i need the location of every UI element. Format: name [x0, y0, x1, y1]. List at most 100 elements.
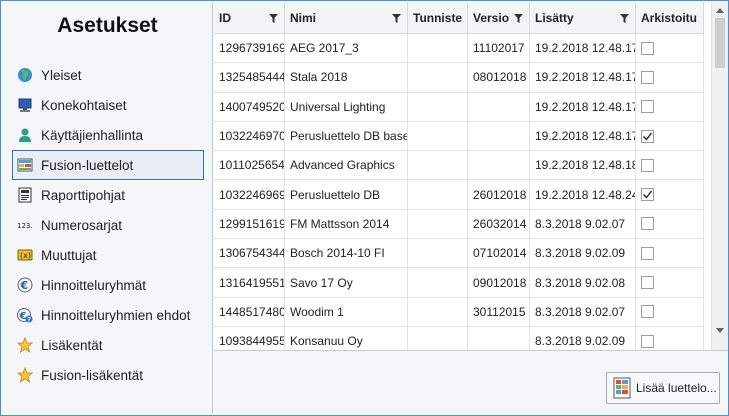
cell-tunniste	[408, 180, 468, 209]
cell-lisatty: 19.2.2018 12.48.17	[530, 121, 636, 151]
sidebar-item-lisäkentät[interactable]: Lisäkentät	[12, 330, 204, 360]
column-header-label: Tunniste	[413, 11, 463, 25]
svg-text:…: …	[28, 222, 33, 230]
cell-lisatty: 19.2.2018 12.48.24	[530, 180, 636, 209]
column-header-arkistoitu[interactable]: Arkistoitu	[636, 2, 704, 34]
sidebar-nav: Yleiset Konekohtaiset Käyttäjienhallinta Fu…	[12, 60, 204, 390]
archived-checkbox[interactable]	[641, 70, 654, 84]
sidebar-item-fusion-luettelot[interactable]: Fusion-luettelot	[12, 150, 204, 180]
cell-arkistoitu	[636, 63, 704, 92]
archived-checkbox[interactable]	[641, 188, 654, 202]
table-row[interactable]: 1400749520 Universal Lighting 19.2.2018 12…	[214, 92, 704, 122]
sidebar-item-numerosarjat[interactable]: 123… Numerosarjat	[12, 210, 204, 240]
column-header-id[interactable]: ID	[214, 2, 285, 34]
column-header-label: Versio	[473, 11, 510, 25]
cell-versio: 26012018	[468, 180, 530, 209]
cell-tunniste	[408, 326, 468, 350]
column-header-nimi[interactable]: Nimi	[285, 2, 408, 34]
filter-icon[interactable]	[269, 14, 278, 23]
cell-versio	[468, 326, 530, 350]
archived-checkbox[interactable]	[641, 129, 654, 143]
grid-body: 1296739169 AEG 2017_3 11102017 19.2.2018 12…	[214, 34, 704, 350]
archived-checkbox[interactable]	[641, 158, 654, 172]
cell-tunniste	[408, 239, 468, 268]
archived-checkbox[interactable]	[641, 305, 654, 319]
cell-tunniste	[408, 92, 468, 121]
cell-id: 1325485444	[214, 63, 285, 92]
sidebar-item-konekohtaiset[interactable]: Konekohtaiset	[12, 90, 204, 120]
computer-icon	[17, 97, 33, 113]
cell-versio: 11102017	[468, 34, 530, 63]
filter-icon[interactable]	[514, 14, 523, 23]
star-icon	[17, 367, 33, 383]
column-header-versio[interactable]: Versio	[468, 2, 530, 34]
cell-lisatty: 8.3.2018 9.02.09	[530, 326, 636, 350]
sidebar: Asetukset Yleiset Konekohtaiset Käyttäjien…	[2, 2, 213, 414]
archived-checkbox[interactable]	[641, 276, 654, 290]
table-row[interactable]: 1306754344 Bosch 2014-10 FI 07102014 8.3.20…	[214, 239, 704, 269]
archived-checkbox[interactable]	[641, 334, 654, 348]
cell-lisatty: 8.3.2018 9.02.07	[530, 209, 636, 239]
archived-checkbox[interactable]	[641, 41, 654, 55]
grid-header: ID Nimi Tunniste Versio Lisätty Arkistoitu	[214, 2, 704, 34]
sidebar-item-hinnoitteluryhmien-ehdot[interactable]: €? Hinnoitteluryhmien ehdot	[12, 300, 204, 330]
sidebar-item-label: Hinnoitteluryhmien ehdot	[41, 307, 191, 323]
cell-lisatty: 8.3.2018 9.02.09	[530, 239, 636, 268]
sidebar-item-hinnoitteluryhmät[interactable]: € Hinnoitteluryhmät	[12, 270, 204, 300]
column-header-label: Arkistoitu	[641, 11, 698, 25]
vertical-scrollbar[interactable]	[711, 2, 728, 350]
cell-id: 1299151619	[214, 209, 285, 239]
scroll-up-icon[interactable]	[716, 8, 724, 13]
add-catalog-button[interactable]: Lisää luettelo...	[606, 372, 720, 404]
archived-checkbox[interactable]	[641, 100, 654, 114]
sidebar-item-label: Konekohtaiset	[41, 97, 127, 113]
table-row[interactable]: 1325485444 Stala 2018 08012018 19.2.2018 12…	[214, 63, 704, 93]
column-header-lisatty[interactable]: Lisätty	[530, 2, 636, 34]
cell-lisatty: 19.2.2018 12.48.17	[530, 34, 636, 63]
sidebar-title: Asetukset	[57, 14, 158, 37]
archived-checkbox[interactable]	[641, 217, 654, 231]
filter-icon[interactable]	[620, 14, 629, 23]
user-icon	[17, 127, 33, 143]
cell-tunniste	[408, 121, 468, 151]
scroll-down-icon[interactable]	[716, 328, 724, 333]
cell-arkistoitu	[636, 180, 704, 209]
sidebar-item-muuttujat[interactable]: (x) Muuttujat	[12, 240, 204, 270]
sidebar-item-käyttäjienhallinta[interactable]: Käyttäjienhallinta	[12, 120, 204, 150]
column-header-tunniste[interactable]: Tunniste	[408, 2, 468, 34]
bottom-bar: Lisää luettelo...	[214, 351, 728, 415]
table-row[interactable]: 1011025654 Advanced Graphics 19.2.2018 12.…	[214, 151, 704, 181]
cell-nimi: Stala 2018	[285, 63, 408, 92]
sidebar-item-fusion-lisäkentät[interactable]: Fusion-lisäkentät	[12, 360, 204, 390]
cell-nimi: Konsanuu Oy	[285, 326, 408, 350]
cell-id: 1032246969	[214, 180, 285, 209]
sidebar-item-raporttipohjat[interactable]: Raporttipohjat	[12, 180, 204, 210]
scroll-thumb[interactable]	[715, 18, 725, 68]
cell-lisatty: 19.2.2018 12.48.18	[530, 151, 636, 180]
cell-versio	[468, 151, 530, 180]
variable-icon: (x)	[17, 247, 33, 263]
globe-icon	[17, 67, 33, 83]
table-row[interactable]: 1032246970 Perusluettelo DB base 19.2.2018…	[214, 121, 704, 152]
cell-id: 1011025654	[214, 151, 285, 180]
table-row[interactable]: 1032246969 Perusluettelo DB 26012018 19.2.2…	[214, 180, 704, 210]
cell-arkistoitu	[636, 239, 704, 268]
cell-nimi: Perusluettelo DB	[285, 180, 408, 209]
table-row[interactable]: 1316419551 Savo 17 Oy 09012018 8.3.2018 9.0…	[214, 268, 704, 298]
sidebar-item-label: Muuttujat	[41, 247, 97, 263]
cell-tunniste	[408, 268, 468, 297]
table-row[interactable]: 1296739169 AEG 2017_3 11102017 19.2.2018 12…	[214, 34, 704, 64]
table-row[interactable]: 1299151619 FM Mattsson 2014 26032014 8.3.20…	[214, 209, 704, 240]
cell-versio: 09012018	[468, 268, 530, 297]
cell-versio: 07102014	[468, 239, 530, 268]
sidebar-item-yleiset[interactable]: Yleiset	[12, 60, 204, 90]
sidebar-item-label: Lisäkentät	[41, 337, 103, 353]
cell-nimi: Savo 17 Oy	[285, 268, 408, 297]
sidebar-item-label: Yleiset	[41, 67, 82, 83]
archived-checkbox[interactable]	[641, 246, 654, 260]
table-row[interactable]: 1093844955 Konsanuu Oy 8.3.2018 9.02.09	[214, 326, 704, 350]
cell-id: 1032246970	[214, 121, 285, 151]
sidebar-item-label: Hinnoitteluryhmät	[41, 277, 147, 293]
table-row[interactable]: 1448517480 Woodim 1 30112015 8.3.2018 9.02.…	[214, 297, 704, 327]
filter-icon[interactable]	[392, 14, 401, 23]
